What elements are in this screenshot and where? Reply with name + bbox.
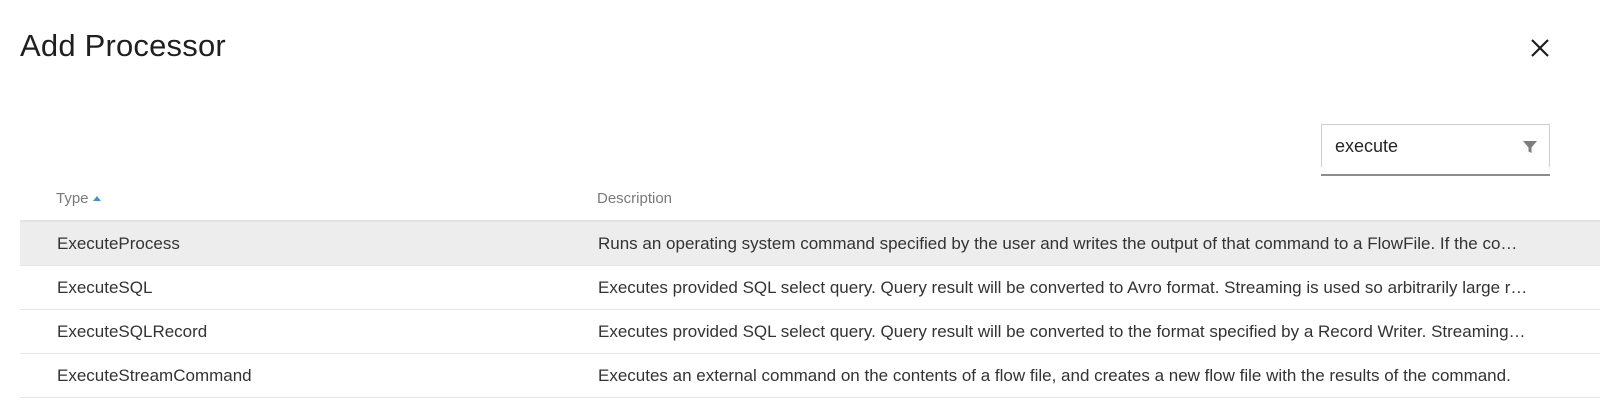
processor-type: ExecuteProcess xyxy=(57,234,180,253)
processor-type: ExecuteSQLRecord xyxy=(57,322,208,341)
table-row[interactable]: ExecuteSQLRecord Executes provided SQL s… xyxy=(20,310,1600,354)
close-icon xyxy=(1531,39,1549,57)
sort-ascending-icon xyxy=(92,196,101,201)
filter-field xyxy=(1321,124,1550,168)
processor-table: Type Description ExecuteProcess Runs an … xyxy=(20,176,1600,398)
processor-type: ExecuteSQL xyxy=(57,278,153,297)
processor-type: ExecuteStreamCommand xyxy=(57,366,252,385)
processor-description: Executes an external command on the cont… xyxy=(598,366,1511,385)
table-row[interactable]: ExecuteProcess Runs an operating system … xyxy=(20,222,1600,266)
column-header-description[interactable]: Description xyxy=(597,190,672,207)
processor-description: Executes provided SQL select query. Quer… xyxy=(598,278,1528,297)
table-header: Type Description xyxy=(20,176,1600,222)
table-row[interactable]: ExecuteStreamCommand Executes an externa… xyxy=(20,354,1600,398)
filter-icon[interactable] xyxy=(1521,138,1539,156)
dialog-title: Add Processor xyxy=(20,28,226,63)
filter-input[interactable] xyxy=(1322,125,1512,168)
column-header-type[interactable]: Type xyxy=(56,190,101,207)
add-processor-dialog: Add Processor Type Description ExecutePr… xyxy=(0,0,1600,412)
processor-description: Executes provided SQL select query. Quer… xyxy=(598,322,1528,341)
column-header-type-label: Type xyxy=(56,190,89,207)
table-row[interactable]: ExecuteSQL Executes provided SQL select … xyxy=(20,266,1600,310)
processor-description: Runs an operating system command specifi… xyxy=(598,234,1528,253)
close-button[interactable] xyxy=(1522,30,1558,66)
